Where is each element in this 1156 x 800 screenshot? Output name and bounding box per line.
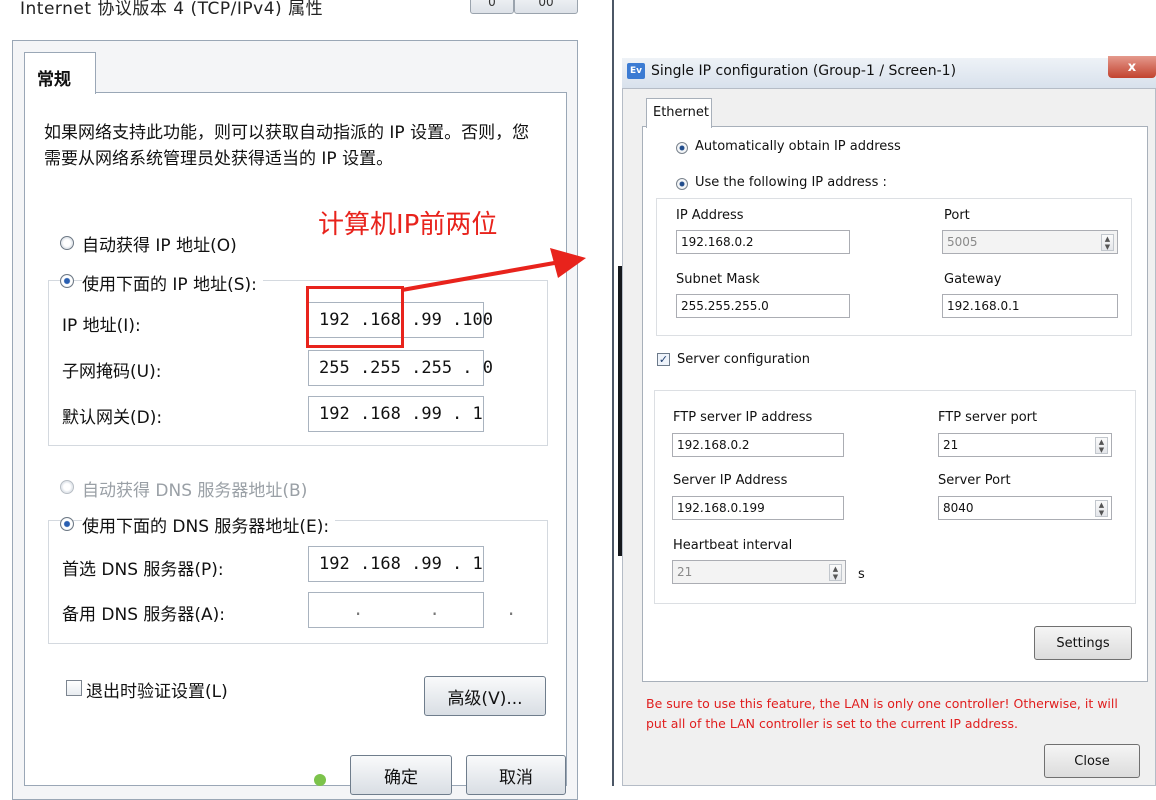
port-spinner-icon[interactable]: ▲ ▼ (1101, 234, 1114, 251)
warning-text: Be sure to use this feature, the LAN is … (646, 696, 1118, 731)
advanced-button[interactable]: 高级(V)... (424, 676, 546, 716)
use-dns-label: 使用下面的 DNS 服务器地址(E): (82, 512, 336, 537)
preferred-dns-input[interactable]: 192 .168 .99 . 1 (308, 546, 484, 582)
subnet-mask-label: 子网掩码(U): (62, 362, 162, 382)
close-icon[interactable]: x (1108, 56, 1156, 78)
window-title: Internet 协议版本 4 (TCP/IPv4) 属性 (20, 0, 324, 19)
alternate-dns-input[interactable]: . . . (308, 592, 516, 628)
server-port-value: 8040 (943, 501, 974, 515)
use-following-ip-label: Use the following IP address : (695, 175, 887, 190)
auto-obtain-ip-radio[interactable] (676, 142, 688, 154)
app-icon: Ev (627, 63, 645, 79)
validate-on-exit-label: 退出时验证设置(L) (86, 682, 228, 702)
cancel-button[interactable]: 取消 (466, 755, 566, 795)
subnet-mask-label: Subnet Mask (676, 272, 760, 287)
tab-general[interactable]: 常规 (24, 52, 96, 94)
ip-address-label: IP Address (676, 208, 744, 223)
annotation-text: 计算机IP前两位 (318, 210, 498, 240)
alternate-dns-label: 备用 DNS 服务器(A): (62, 605, 226, 625)
validate-on-exit-checkbox[interactable] (66, 680, 82, 696)
use-dns-radio[interactable] (60, 517, 74, 531)
use-ip-label: 使用下面的 IP 地址(S): (82, 270, 263, 295)
port-label: Port (944, 208, 970, 223)
server-ip-address-input[interactable]: 192.168.0.199 (672, 496, 844, 520)
auto-obtain-ip-label: Automatically obtain IP address (695, 139, 901, 154)
port-input[interactable]: 5005 ▲ ▼ (942, 230, 1118, 254)
default-gateway-input[interactable]: 192 .168 .99 . 1 (308, 396, 484, 432)
ftp-server-port-input[interactable]: 21 ▲ ▼ (938, 433, 1112, 457)
server-port-spinner-icon[interactable]: ▲ ▼ (1095, 500, 1108, 517)
heartbeat-interval-input[interactable]: 21 ▲ ▼ (672, 560, 846, 584)
heartbeat-interval-label: Heartbeat interval (673, 538, 793, 553)
use-ip-radio[interactable] (60, 274, 74, 288)
port-value: 5005 (947, 235, 978, 249)
server-configuration-label: Server configuration (677, 352, 810, 367)
heartbeat-unit: s (858, 567, 865, 582)
server-configuration-checkbox[interactable]: ✓ (657, 353, 670, 366)
description-text: 如果网络支持此功能，则可以获取自动指派的 IP 设置。否则，您需要从网络系统管理… (44, 123, 530, 169)
annotation-arrow-icon (401, 248, 586, 292)
server-ip-address-label: Server IP Address (673, 473, 788, 488)
subnet-mask-input[interactable]: 255.255.255.0 (676, 294, 850, 318)
ftp-server-port-label: FTP server port (938, 410, 1038, 425)
status-indicator-icon (314, 774, 326, 786)
gateway-input[interactable]: 192.168.0.1 (942, 294, 1118, 318)
heartbeat-spinner-icon[interactable]: ▲ ▼ (829, 564, 842, 581)
subnet-mask-input[interactable]: 255 .255 .255 . 0 (308, 350, 493, 386)
heartbeat-interval-value: 21 (677, 565, 693, 579)
settings-button[interactable]: Settings (1034, 626, 1132, 660)
server-port-label: Server Port (938, 473, 1011, 488)
single-ip-window-title: Single IP configuration (Group-1 / Scree… (651, 63, 957, 79)
default-gateway-label: 默认网关(D): (62, 408, 163, 428)
preferred-dns-label: 首选 DNS 服务器(P): (62, 560, 224, 580)
server-port-input[interactable]: 8040 ▲ ▼ (938, 496, 1112, 520)
ftp-server-port-value: 21 (943, 438, 959, 452)
ftp-server-ip-label: FTP server IP address (673, 410, 813, 425)
gateway-label: Gateway (944, 272, 1002, 287)
tab-ethernet[interactable]: Ethernet (646, 98, 712, 128)
ftp-port-spinner-icon[interactable]: ▲ ▼ (1095, 437, 1108, 454)
annotation-highlight-box (306, 286, 404, 348)
auto-dns-label: 自动获得 DNS 服务器地址(B) (82, 481, 308, 501)
window-divider (612, 0, 614, 786)
ip-address-input[interactable]: 192.168.0.2 (676, 230, 850, 254)
auto-dns-radio[interactable] (60, 480, 74, 494)
auto-ip-radio[interactable] (60, 236, 74, 250)
minimize-button[interactable]: 0 (470, 0, 514, 14)
ok-button[interactable]: 确定 (350, 755, 452, 795)
ip-address-label: IP 地址(I): (62, 316, 141, 336)
maximize-button[interactable]: 00 (514, 0, 578, 14)
ftp-server-ip-input[interactable]: 192.168.0.2 (672, 433, 844, 457)
use-following-ip-radio[interactable] (676, 178, 688, 190)
close-button[interactable]: Close (1044, 744, 1140, 778)
auto-ip-label: 自动获得 IP 地址(O) (82, 236, 237, 256)
